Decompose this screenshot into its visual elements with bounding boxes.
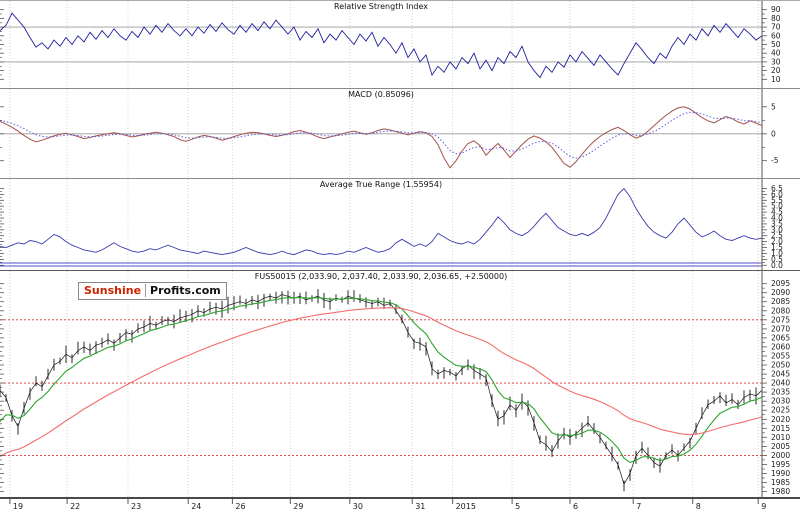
macd-line bbox=[0, 107, 762, 168]
y-tick-label: 10 bbox=[771, 75, 781, 84]
atr-plot: 6.56.05.55.04.54.03.53.02.52.01.51.00.50… bbox=[0, 179, 800, 270]
y-tick-label: 2065 bbox=[771, 333, 790, 342]
y-tick-label: 2015 bbox=[771, 424, 790, 433]
y-tick-label: 70 bbox=[771, 23, 781, 32]
y-tick-label: 2085 bbox=[771, 297, 790, 306]
y-tick-label: 1990 bbox=[771, 469, 790, 478]
rsi-line bbox=[0, 13, 762, 77]
x-tick-label: 23 bbox=[131, 502, 141, 511]
x-tick-label: 29 bbox=[293, 502, 303, 511]
x-axis-plot: 19 22 23 24 26 29 30 31 2015 5 6 7 8 9 bbox=[0, 499, 800, 512]
sunshine-profits-logo: SunshineProfits.com bbox=[78, 282, 227, 300]
slow-ma-line bbox=[0, 308, 762, 457]
y-tick-label: 90 bbox=[771, 5, 781, 14]
y-tick-label: 0 bbox=[771, 129, 776, 138]
panel-macd: 50-5 MACD (0.85096) bbox=[0, 88, 800, 178]
x-tick-label: 7 bbox=[636, 502, 641, 511]
fast-ma-line bbox=[0, 297, 762, 462]
y-tick-label: 1995 bbox=[771, 460, 790, 469]
x-tick-label: 31 bbox=[415, 502, 425, 511]
y-tick-label: 2090 bbox=[771, 288, 790, 297]
x-tick-label: 30 bbox=[353, 502, 363, 511]
y-tick-label: 1985 bbox=[771, 478, 790, 487]
y-tick-label: 2020 bbox=[771, 415, 790, 424]
x-tick-label: 2015 bbox=[456, 502, 476, 511]
y-tick-label: 2095 bbox=[771, 279, 790, 288]
panel-atr: 6.56.05.55.04.54.03.53.02.52.01.51.00.50… bbox=[0, 178, 800, 270]
y-tick-label: 2080 bbox=[771, 306, 790, 315]
x-tick-label: 6 bbox=[573, 502, 578, 511]
y-tick-label: 2030 bbox=[771, 397, 790, 406]
y-tick-label: 2055 bbox=[771, 352, 790, 361]
y-tick-label: 2060 bbox=[771, 342, 790, 351]
y-tick-label: 2050 bbox=[771, 361, 790, 370]
y-tick-label: 0.0 bbox=[771, 261, 783, 270]
y-tick-label: 2005 bbox=[771, 442, 790, 451]
y-tick-label: 5 bbox=[771, 102, 776, 111]
y-tick-label: 2075 bbox=[771, 315, 790, 324]
x-tick-label: 24 bbox=[191, 502, 201, 511]
x-tick-label: 5 bbox=[515, 502, 520, 511]
y-tick-label: 60 bbox=[771, 31, 781, 40]
y-tick-label: 1980 bbox=[771, 487, 790, 496]
x-tick-label: 8 bbox=[696, 502, 701, 511]
price-plot: 2095209020852080207520702065206020552050… bbox=[0, 271, 800, 497]
logo-part-profits: Profits.com bbox=[146, 284, 221, 297]
x-tick-label: 9 bbox=[761, 502, 766, 511]
y-tick-label: 30 bbox=[771, 57, 781, 66]
y-tick-label: 80 bbox=[771, 14, 781, 23]
y-tick-label: 20 bbox=[771, 66, 781, 75]
y-tick-label: 2040 bbox=[771, 379, 790, 388]
macd-plot: 5 0 -5 bbox=[0, 89, 800, 178]
y-tick-label: 2025 bbox=[771, 406, 790, 415]
rsi-plot: 908070605040302010 bbox=[0, 1, 800, 88]
y-tick-label: 2045 bbox=[771, 370, 790, 379]
y-tick-label: 2070 bbox=[771, 324, 790, 333]
x-tick-label: 26 bbox=[235, 502, 245, 511]
y-tick-label: 2010 bbox=[771, 433, 790, 442]
y-tick-label: 2035 bbox=[771, 388, 790, 397]
y-tick-label: -5 bbox=[771, 156, 779, 165]
y-tick-label: 40 bbox=[771, 49, 781, 58]
y-tick-label: 50 bbox=[771, 40, 781, 49]
x-tick-label: 19 bbox=[13, 502, 23, 511]
panel-price: 2095209020852080207520702065206020552050… bbox=[0, 270, 800, 497]
x-tick-label: 22 bbox=[70, 502, 80, 511]
panel-rsi: 908070605040302010 Relative Strength Ind… bbox=[0, 0, 800, 88]
atr-line bbox=[0, 189, 762, 255]
y-tick-label: 2000 bbox=[771, 451, 790, 460]
logo-part-sunshine: Sunshine bbox=[84, 284, 146, 297]
macd-signal-line bbox=[0, 112, 762, 158]
stock-chart: 908070605040302010 Relative Strength Ind… bbox=[0, 0, 800, 512]
x-axis: 19 22 23 24 26 29 30 31 2015 5 6 7 8 9 bbox=[0, 497, 800, 512]
